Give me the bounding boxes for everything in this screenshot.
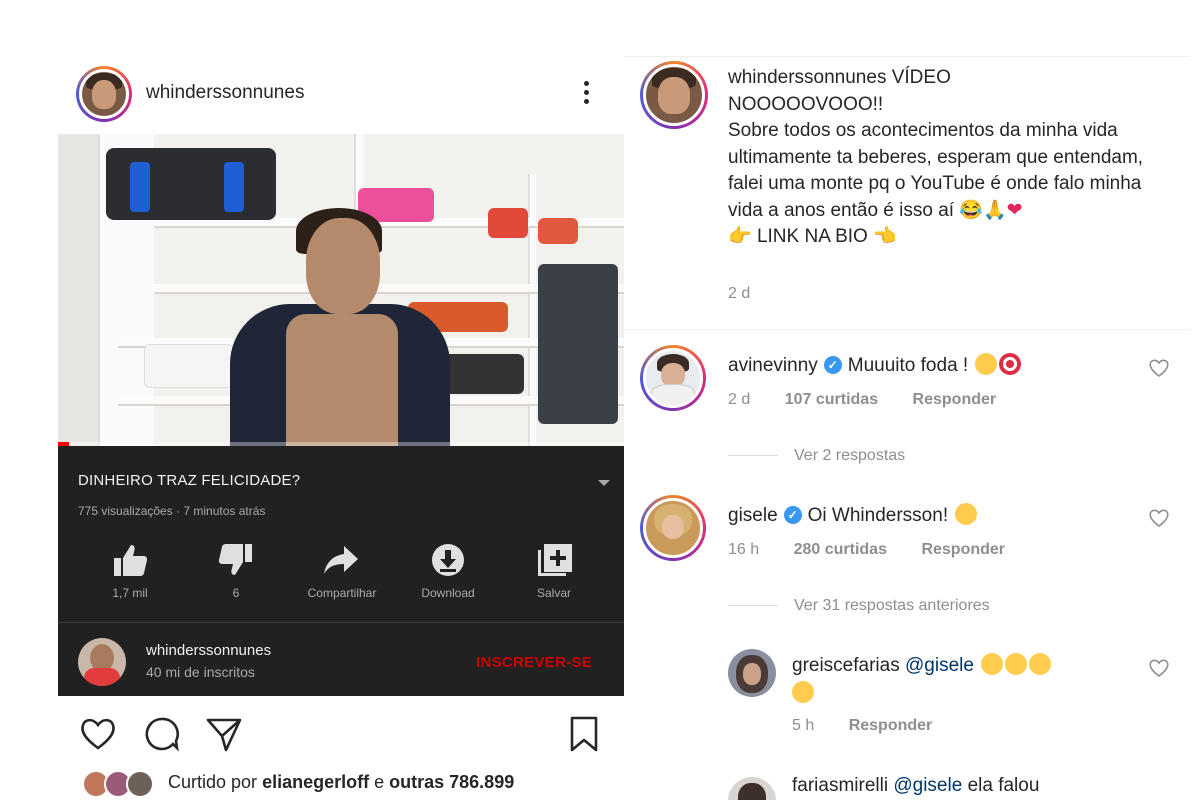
comment-text: avinevinny ✓ Muuuito foda ! <box>728 353 1022 377</box>
comment-likes[interactable]: 280 curtidas <box>794 541 887 558</box>
comment-item: gisele ✓ Oi Whindersson! 16 h 280 curtidas… <box>624 491 1190 621</box>
post-header: whinderssonnunes <box>58 60 624 132</box>
dislike-video-button[interactable]: 6 <box>181 536 291 616</box>
reply-username[interactable]: fariasmirelli <box>792 775 888 796</box>
emoji-point-left-icon: 👈 <box>873 226 897 247</box>
expand-description-icon[interactable] <box>598 480 610 486</box>
share-icon <box>324 546 358 574</box>
thumbs-up-icon <box>114 545 148 576</box>
comment-like-heart-icon[interactable] <box>1148 507 1170 529</box>
liker-avatars <box>82 770 158 798</box>
emoji-point-right-icon: 👉 <box>728 226 752 247</box>
save-to-playlist-icon <box>538 544 572 576</box>
instagram-post-screenshot: whinderssonnunes DINHEIRO TRAZ FELICIDAD… <box>0 0 1200 800</box>
reply-text: fariasmirelli @gisele ela falou <box>792 775 1040 796</box>
post-username[interactable]: whinderssonnunes <box>146 82 304 104</box>
channel-name[interactable]: whinderssonnunes <box>146 642 271 659</box>
liker-avatar[interactable] <box>126 770 154 798</box>
video-title: DINHEIRO TRAZ FELICIDADE? <box>78 472 301 489</box>
channel-subscribers: 40 mi de inscritos <box>146 664 255 680</box>
emoji-heart-eyes-icon <box>1029 653 1052 675</box>
reply-item: greiscefarias @gisele 5 h Responder <box>624 645 1190 745</box>
bookmark-icon[interactable] <box>564 714 604 754</box>
comment-text: gisele ✓ Oi Whindersson! <box>728 503 978 527</box>
comments-panel: whinderssonnunes VÍDEO NOOOOOVOOO!! Sobr… <box>624 56 1190 800</box>
post-author-avatar[interactable] <box>76 66 132 122</box>
emoji-rofl-icon <box>1005 653 1028 675</box>
video-actions: 1,7 mil 6 Compartilhar Download Salvar <box>58 536 624 616</box>
reply-username[interactable]: greiscefarias <box>792 655 900 676</box>
heart-icon[interactable] <box>78 714 118 754</box>
emoji-target-icon <box>999 353 1022 375</box>
emoji-grin-sweat-icon <box>975 353 998 375</box>
share-video-button[interactable]: Compartilhar <box>287 536 397 616</box>
verified-badge-icon: ✓ <box>783 506 802 524</box>
emoji-pray-icon: 🙏 <box>983 199 1007 221</box>
replier-avatar[interactable] <box>728 649 776 697</box>
more-options-icon[interactable] <box>574 78 598 108</box>
view-replies-button[interactable]: Ver 2 respostas <box>728 447 905 465</box>
caption-timestamp: 2 d <box>728 285 751 302</box>
verified-badge-icon: ✓ <box>823 356 842 374</box>
comment-username[interactable]: gisele <box>728 505 778 526</box>
liked-by-user-link[interactable]: elianegerloff <box>262 772 369 792</box>
commenter-avatar[interactable] <box>640 345 706 411</box>
video-meta: 775 visualizações · 7 minutos atrás <box>78 504 266 518</box>
post-actions <box>58 706 624 756</box>
emoji-laughing-icon: 😂 <box>959 199 983 221</box>
mention-link[interactable]: @gisele <box>905 655 974 676</box>
liked-by-text: Curtido por elianegerloff e outras 786.8… <box>168 772 515 792</box>
commenter-avatar[interactable] <box>640 495 706 561</box>
reply-time: 5 h <box>792 717 815 734</box>
comment-time: 16 h <box>728 541 760 558</box>
comment-time: 2 d <box>728 391 751 408</box>
save-video-button[interactable]: Salvar <box>499 536 609 616</box>
replier-avatar[interactable] <box>728 777 776 800</box>
mention-link[interactable]: @gisele <box>893 775 962 796</box>
reply-item: fariasmirelli @gisele ela falou <box>624 771 1190 800</box>
youtube-info-panel: DINHEIRO TRAZ FELICIDADE? 775 visualizaç… <box>58 446 624 696</box>
reply-button[interactable]: Responder <box>913 391 997 408</box>
reply-like-heart-icon[interactable] <box>1148 657 1170 679</box>
download-video-button[interactable]: Download <box>393 536 503 616</box>
comment-like-heart-icon[interactable] <box>1148 357 1170 379</box>
comment-meta: 2 d 107 curtidas Responder <box>728 391 1026 409</box>
reply-button[interactable]: Responder <box>849 717 933 734</box>
reply-meta: 5 h Responder <box>792 717 962 735</box>
caption-link-text: LINK NA BIO <box>756 226 868 247</box>
caption-username[interactable]: whinderssonnunes <box>728 67 886 88</box>
emoji-rofl-icon <box>981 653 1004 675</box>
share-direct-icon[interactable] <box>204 714 244 754</box>
comment-icon[interactable] <box>142 714 182 754</box>
comment-username[interactable]: avinevinny <box>728 355 818 376</box>
subscribe-button[interactable]: INSCREVER-SE <box>476 654 592 671</box>
caption-author-avatar[interactable] <box>640 61 708 129</box>
video-frame[interactable] <box>58 134 624 446</box>
instagram-post: whinderssonnunes DINHEIRO TRAZ FELICIDAD… <box>58 60 624 800</box>
comment-meta: 16 h 280 curtidas Responder <box>728 541 1035 559</box>
thumbs-down-icon <box>218 544 252 575</box>
emoji-rofl-icon <box>955 503 978 525</box>
channel-avatar[interactable] <box>78 638 126 686</box>
reply-text: greiscefarias @gisele <box>792 653 1052 677</box>
post-caption: whinderssonnunes VÍDEO NOOOOOVOOO!! Sobr… <box>728 67 1144 247</box>
like-video-button[interactable]: 1,7 mil <box>75 536 185 616</box>
liked-by-others-link[interactable]: outras 786.899 <box>389 772 514 792</box>
reply-button[interactable]: Responder <box>921 541 1005 558</box>
youtube-channel-row: whinderssonnunes 40 mi de inscritos INSC… <box>58 624 624 696</box>
download-icon <box>432 544 464 576</box>
view-previous-replies-button[interactable]: Ver 31 respostas anteriores <box>728 597 990 615</box>
comment-item: avinevinny ✓ Muuuito foda ! 2 d 107 curtid… <box>624 341 1190 464</box>
liked-by-row: Curtido por elianegerloff e outras 786.8… <box>58 766 624 800</box>
emoji-heart-icon: ❤ <box>1006 199 1023 221</box>
comment-likes[interactable]: 107 curtidas <box>785 391 878 408</box>
emoji-heart-eyes-icon <box>792 681 814 703</box>
